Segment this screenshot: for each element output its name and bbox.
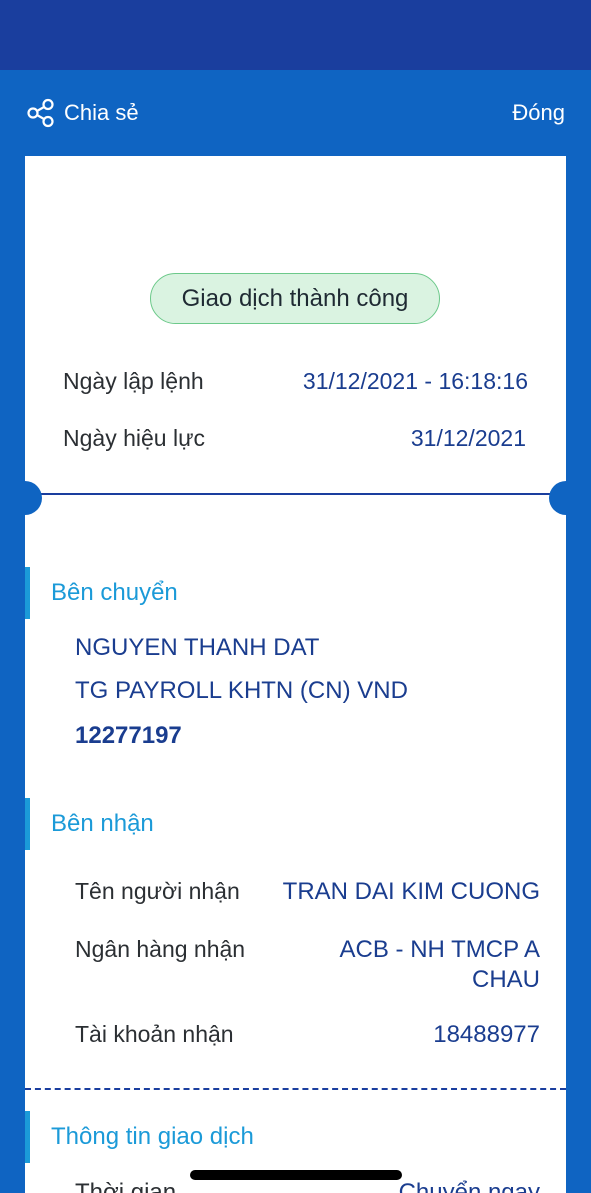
- section-accent-bar: [25, 1111, 30, 1163]
- status-bar: [0, 0, 591, 70]
- ticket-divider: [25, 493, 566, 495]
- sender-section-title: Bên chuyển: [51, 579, 178, 606]
- section-accent-bar: [25, 567, 30, 619]
- ticket-notch-right: [549, 481, 566, 515]
- receipt-card: Giao dịch thành công Ngày lập lệnh 31/12…: [25, 156, 566, 1193]
- transaction-time-label: Thời gian: [75, 1179, 177, 1193]
- effective-date-label: Ngày hiệu lực: [63, 425, 205, 451]
- order-date-value: 31/12/2021 - 16:18:16: [302, 368, 528, 394]
- effective-date-value: 31/12/2021: [410, 425, 526, 451]
- home-indicator[interactable]: [190, 1170, 402, 1180]
- status-badge: Giao dịch thành công: [150, 273, 440, 324]
- receiver-name-label: Tên người nhận: [75, 878, 240, 904]
- share-label: Chia sẻ: [64, 100, 139, 125]
- transaction-section-header: Thông tin giao dịch: [25, 1111, 566, 1163]
- close-button[interactable]: Đóng: [512, 97, 565, 129]
- receiver-account-value: 18488977: [433, 1021, 540, 1048]
- receiver-bank-value-line1: ACB - NH TMCP A: [339, 936, 540, 963]
- sender-section-header: Bên chuyển: [25, 567, 566, 619]
- sender-account-name: TG PAYROLL KHTN (CN) VND: [75, 677, 408, 704]
- receiver-section-header: Bên nhận: [25, 798, 566, 850]
- transaction-section-title: Thông tin giao dịch: [51, 1123, 254, 1150]
- receiver-bank-label: Ngân hàng nhận: [75, 936, 246, 962]
- section-accent-bar: [25, 798, 30, 850]
- sender-account-number: 12277197: [75, 722, 182, 749]
- receiver-account-label: Tài khoản nhận: [75, 1021, 234, 1047]
- share-button[interactable]: Chia sẻ: [26, 97, 139, 129]
- order-date-label: Ngày lập lệnh: [63, 368, 204, 394]
- receiver-bank-value-line2: CHAU: [471, 966, 540, 993]
- receiver-section-title: Bên nhận: [51, 810, 154, 837]
- sender-name: NGUYEN THANH DAT: [75, 634, 320, 661]
- section-dashed-divider: [25, 1088, 566, 1090]
- receiver-name-value: TRAN DAI KIM CUONG: [282, 878, 540, 905]
- share-icon: [27, 98, 54, 128]
- transaction-time-value: Chuyển ngay: [398, 1179, 540, 1193]
- ticket-notch-left: [25, 481, 42, 515]
